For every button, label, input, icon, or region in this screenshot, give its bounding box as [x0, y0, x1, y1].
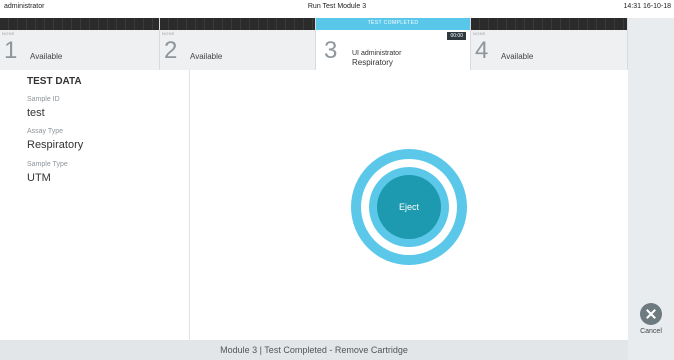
- module-mini-label: NONE: [473, 31, 486, 36]
- status-bar: Module 3 | Test Completed - Remove Cartr…: [0, 340, 628, 360]
- assay-type-value: Respiratory: [27, 139, 84, 151]
- module-status-text: TEST COMPLETED: [367, 20, 419, 26]
- module-number: 1: [4, 37, 18, 64]
- assay-type-label: Assay Type: [27, 128, 64, 135]
- module-status-label: Available: [190, 52, 223, 61]
- module-tabs: NONE 1 Available NONE 2 Available TEST C…: [0, 18, 628, 70]
- clock: 14:31 16-10-18: [623, 3, 671, 10]
- module-mini-label: NONE: [162, 31, 175, 36]
- test-data-heading: TEST DATA: [27, 76, 82, 87]
- module-mini-label: NONE: [2, 31, 15, 36]
- module-status-label: Available: [30, 52, 63, 61]
- module-status-strip: [471, 18, 627, 30]
- module-number: 4: [475, 37, 489, 64]
- module-tab-2[interactable]: NONE 2 Available: [160, 18, 316, 70]
- test-data-panel: TEST DATA Sample ID test Assay Type Resp…: [0, 70, 190, 340]
- module-tab-3[interactable]: TEST COMPLETED 00:00 3 UI administrator …: [316, 18, 471, 70]
- sample-type-value: UTM: [27, 172, 51, 184]
- module-tab-1[interactable]: NONE 1 Available: [0, 18, 160, 70]
- cancel-label: Cancel: [640, 328, 662, 335]
- eject-button[interactable]: Eject: [377, 175, 441, 239]
- module-status-strip: [160, 18, 315, 30]
- module-timer: 00:00: [447, 32, 466, 40]
- sample-type-label: Sample Type: [27, 161, 68, 168]
- top-bar: administrator Run Test Module 3 14:31 16…: [0, 0, 674, 18]
- close-icon[interactable]: [640, 303, 662, 325]
- module-number: 3: [324, 37, 338, 64]
- module-assay: Respiratory: [352, 58, 393, 67]
- right-sidebar: Cancel: [628, 18, 674, 360]
- module-tab-4[interactable]: NONE 4 Available: [471, 18, 628, 70]
- cancel-button[interactable]: Cancel: [636, 303, 666, 335]
- module-number: 2: [164, 37, 178, 64]
- main-area: Eject: [191, 70, 628, 340]
- module-status-label: Available: [501, 52, 534, 61]
- sample-id-value: test: [27, 107, 45, 119]
- module-status-strip: [0, 18, 159, 30]
- sample-id-label: Sample ID: [27, 96, 60, 103]
- window-title: Run Test Module 3: [307, 3, 367, 10]
- module-operator: UI administrator: [352, 50, 402, 57]
- module-status-strip: TEST COMPLETED: [316, 18, 470, 30]
